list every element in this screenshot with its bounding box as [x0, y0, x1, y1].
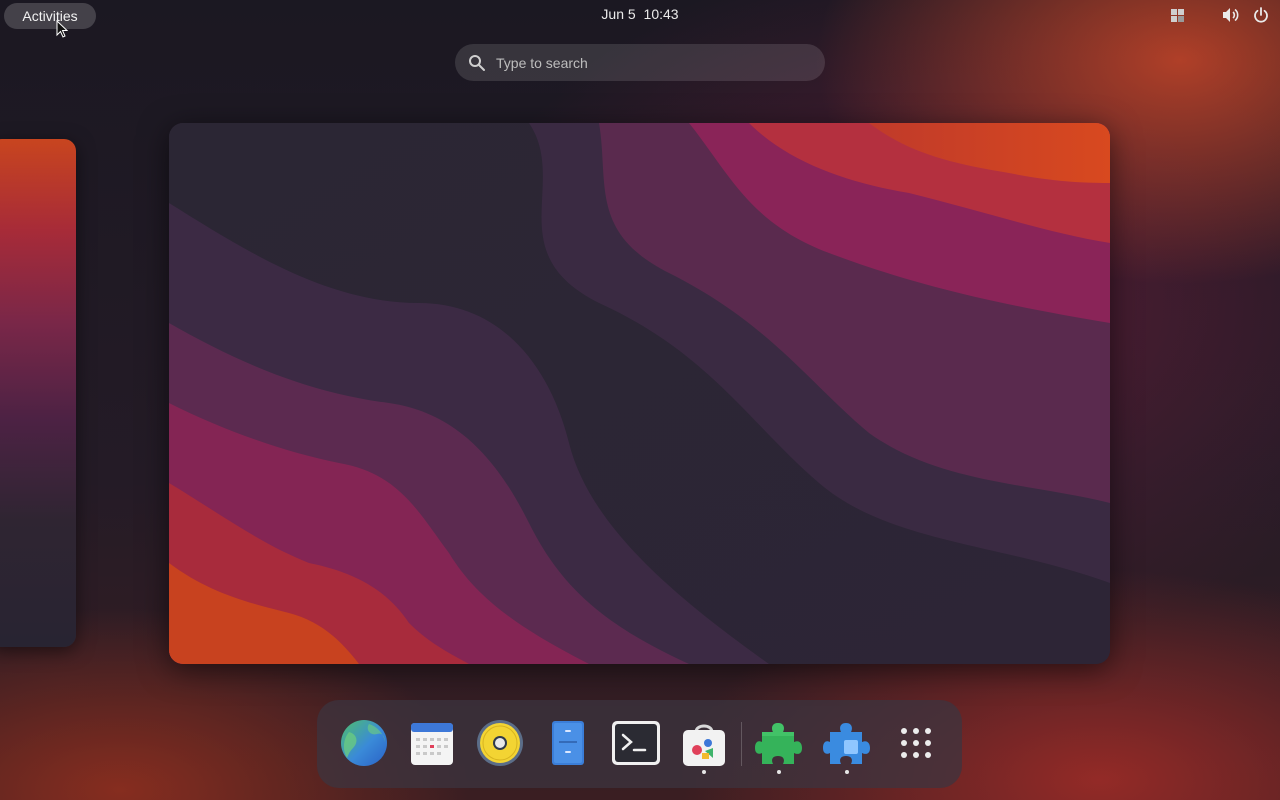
- dock-item-file-manager[interactable]: [543, 718, 593, 768]
- shopping-bag-icon: [683, 724, 725, 766]
- top-bar: Activities Jun 5 10:43: [0, 0, 1280, 32]
- search-icon: [469, 54, 485, 71]
- puzzle-green-icon: [755, 723, 802, 764]
- dock-separator: [741, 722, 742, 766]
- mouse-cursor-icon: [56, 20, 68, 38]
- system-tray[interactable]: [1168, 6, 1270, 24]
- calendar-icon: [411, 723, 453, 765]
- power-icon[interactable]: [1252, 6, 1270, 24]
- date-label: Jun 5: [601, 6, 636, 22]
- globe-icon: [341, 720, 387, 766]
- search-input[interactable]: Type to search: [455, 44, 825, 81]
- running-indicator: [777, 770, 781, 774]
- workspace-wallpaper: [169, 123, 1110, 664]
- workspace-thumbnail-current[interactable]: [169, 123, 1110, 664]
- app-grid-icon: [901, 728, 931, 758]
- date-time-button[interactable]: Jun 5 10:43: [560, 6, 720, 22]
- running-indicator: [702, 770, 706, 774]
- workspace-thumbnail-previous[interactable]: [0, 139, 76, 647]
- search-placeholder: Type to search: [496, 54, 588, 71]
- running-indicator: [845, 770, 849, 774]
- puzzle-blue-icon: [823, 723, 870, 764]
- speaker-icon: [477, 720, 523, 766]
- dock-item-calendar[interactable]: [407, 718, 457, 768]
- dock-item-extensions[interactable]: [754, 718, 804, 768]
- dock: [317, 700, 962, 788]
- window-layout-icon[interactable]: [1168, 6, 1186, 24]
- dock-item-software-store[interactable]: [679, 718, 729, 768]
- activities-button[interactable]: Activities: [4, 3, 96, 29]
- volume-icon[interactable]: [1222, 6, 1240, 24]
- dock-item-extension-manager[interactable]: [822, 718, 872, 768]
- dock-item-music-player[interactable]: [475, 718, 525, 768]
- file-cabinet-icon: [552, 721, 584, 765]
- dock-item-terminal[interactable]: [611, 718, 661, 768]
- terminal-icon: [612, 721, 660, 765]
- show-apps-button[interactable]: [891, 718, 941, 768]
- dock-item-web-browser[interactable]: [339, 718, 389, 768]
- time-label: 10:43: [643, 6, 679, 22]
